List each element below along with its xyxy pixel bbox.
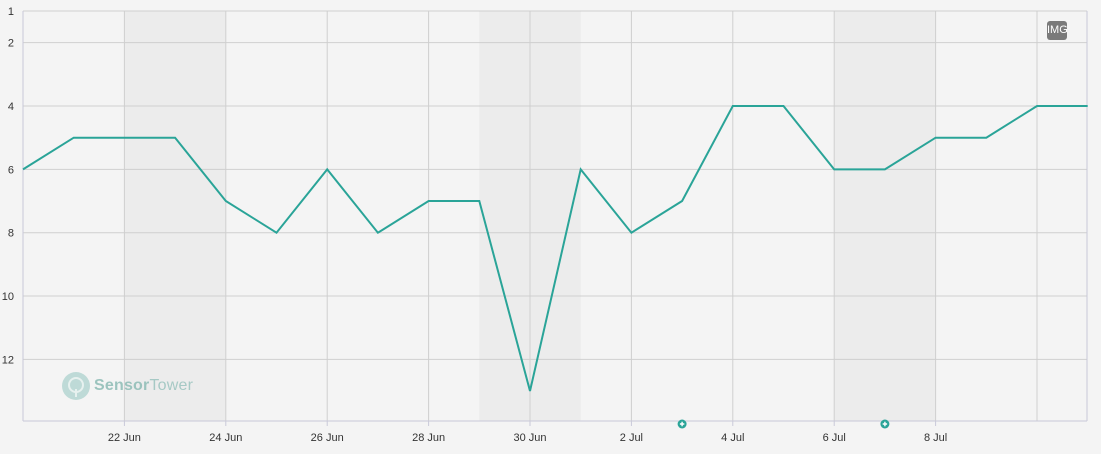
y-tick-label: 6 bbox=[8, 164, 14, 176]
x-tick-label: 26 Jun bbox=[311, 432, 344, 444]
x-tick-label: 6 Jul bbox=[823, 432, 846, 444]
x-tick-label: 22 Jun bbox=[108, 432, 141, 444]
export-image-button[interactable]: IMG bbox=[1047, 21, 1067, 40]
x-tick-label: 24 Jun bbox=[209, 432, 242, 444]
sensortower-logo-icon bbox=[62, 372, 90, 400]
y-tick-label: 12 bbox=[2, 354, 14, 366]
y-tick-label: 10 bbox=[2, 291, 14, 303]
watermark-text: SensorTower bbox=[94, 377, 193, 395]
sensortower-watermark: SensorTower bbox=[62, 372, 193, 400]
y-tick-label: 8 bbox=[8, 228, 14, 240]
watermark-brand-light: Tower bbox=[149, 377, 194, 394]
y-tick-label: 1 bbox=[8, 6, 14, 18]
watermark-brand-bold: Sensor bbox=[94, 377, 150, 394]
x-tick-label: 28 Jun bbox=[412, 432, 445, 444]
x-tick-label: 30 Jun bbox=[513, 432, 546, 444]
y-tick-label: 4 bbox=[8, 101, 14, 113]
rank-chart: 1 2 4 6 8 10 12 22 Jun 24 Jun 26 Jun 28 Jun 30 Jun 2… bbox=[0, 0, 1101, 449]
x-tick-label: 8 Jul bbox=[924, 432, 947, 444]
x-tick-label: 4 Jul bbox=[721, 432, 744, 444]
event-marker-icon[interactable] bbox=[880, 419, 890, 429]
event-marker-icon[interactable] bbox=[677, 419, 687, 429]
x-tick-label: 2 Jul bbox=[620, 432, 643, 444]
y-tick-label: 2 bbox=[8, 38, 14, 50]
